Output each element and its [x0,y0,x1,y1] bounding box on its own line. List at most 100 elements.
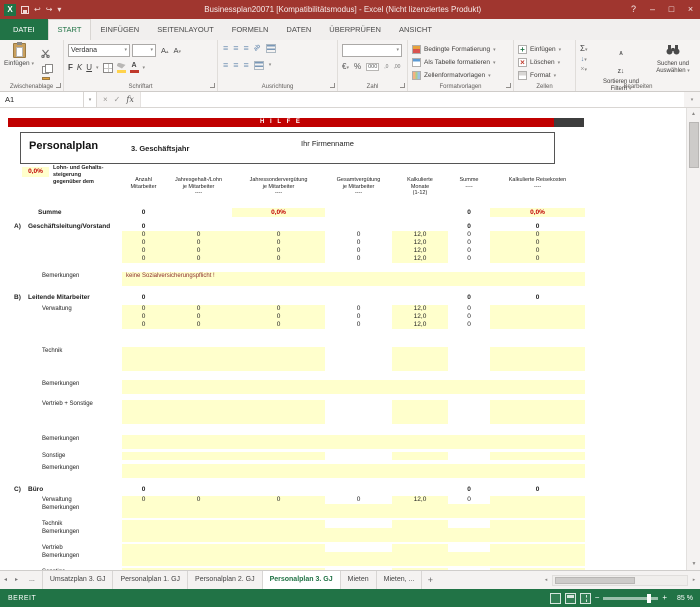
cell[interactable]: 0 [448,313,490,321]
cell[interactable] [232,347,325,355]
row-label[interactable]: Bemerkungen [20,464,122,472]
cell[interactable]: 0,0% [232,208,325,217]
cell[interactable]: 0 [232,231,325,239]
column-header-1[interactable]: Jahresgehalt-/Lohnje Mitarbeiter---- [165,177,232,197]
cell[interactable] [325,363,392,371]
align-middle-icon[interactable]: ≡ [233,43,238,53]
cell[interactable] [392,520,448,528]
cell[interactable]: 0 [490,485,585,494]
cell[interactable]: 12,0 [392,239,448,247]
row-label[interactable]: Technik [20,520,122,528]
delete-cells-button[interactable]: ×Löschen▾ [518,58,560,67]
cell[interactable] [232,355,325,363]
row-label[interactable]: Sonstige [20,452,122,460]
cell[interactable] [448,363,490,371]
cell[interactable] [232,416,325,424]
cell-styles-button[interactable]: Zellenformatvorlagen▾ [412,71,491,80]
column-header-3[interactable]: Gesamtvergütungje Mitarbeiter---- [325,177,392,197]
grow-font-icon[interactable]: A▴ [161,46,169,55]
column-header-5[interactable]: Summe---- [448,177,490,197]
cell[interactable] [448,400,490,408]
save-icon[interactable] [21,6,29,14]
cell[interactable]: 0 [122,208,165,217]
cell[interactable]: 0 [122,222,165,231]
format-as-table-button[interactable]: Als Tabelle formatieren▾ [412,58,496,67]
remark-cell[interactable] [122,380,585,388]
cell[interactable]: 0 [165,255,232,263]
dialog-launcher-icon[interactable] [56,83,61,88]
sheet-tab-personalplan-3-gj[interactable]: Personalplan 3. GJ [263,571,341,589]
copy-icon[interactable] [42,66,49,74]
cell[interactable]: 0 [448,247,490,255]
row-label[interactable] [20,560,122,566]
cell[interactable] [232,400,325,408]
close-button[interactable]: × [681,0,700,19]
name-box[interactable]: A1 [0,92,84,107]
cell[interactable] [392,400,448,408]
find-select-button[interactable]: Suchen und Auswählen ▾ [648,42,698,74]
cell[interactable] [325,293,392,302]
cell[interactable] [490,313,585,321]
cell[interactable] [232,520,325,528]
insert-function-icon[interactable]: fx [126,95,133,104]
column-header-4[interactable]: KalkulierteMonate(1-12) [392,177,448,197]
cell[interactable] [490,347,585,355]
scroll-right-icon[interactable]: ▸ [688,577,700,583]
vertical-scroll-thumb[interactable] [689,122,699,168]
cell[interactable] [490,416,585,424]
row-label[interactable]: Vertrieb [20,544,122,552]
cell[interactable] [165,363,232,371]
zoom-in-icon[interactable]: + [662,593,667,603]
sheet-nav-right-icon[interactable]: ▸ [11,571,22,589]
cell[interactable]: 0 [122,231,165,239]
normal-view-icon[interactable] [550,593,561,604]
rate-input-cell[interactable]: 0,0% [22,167,49,177]
cell[interactable]: 0 [490,239,585,247]
cell[interactable] [392,347,448,355]
zoom-level[interactable]: 85 % [677,595,693,602]
zoom-slider-thumb[interactable] [647,594,651,603]
cell[interactable]: 12,0 [392,247,448,255]
cell[interactable]: 0 [122,239,165,247]
formula-bar-expand-icon[interactable]: ▾ [684,92,700,107]
fill-color-icon[interactable] [117,63,126,73]
column-header-0[interactable]: AnzahlMitarbeiter [122,177,165,197]
cell[interactable] [392,208,448,217]
cell[interactable]: 0 [490,247,585,255]
borders-icon[interactable] [103,63,113,73]
cell[interactable]: 12,0 [392,496,448,504]
enter-icon[interactable]: ✓ [114,95,121,104]
font-color-icon[interactable]: A [130,62,139,73]
cell[interactable] [232,363,325,371]
cell[interactable]: 0 [448,496,490,504]
paste-button[interactable]: Einfügen ▾ [3,43,35,67]
cell[interactable] [165,452,232,460]
cell[interactable] [490,408,585,416]
cell[interactable]: 0 [490,231,585,239]
input-band[interactable] [122,472,585,478]
cell[interactable]: 0 [490,222,585,231]
cell[interactable]: 0 [122,255,165,263]
fill-icon[interactable]: ↓▾ [581,56,587,63]
cell[interactable]: 0 [448,222,490,231]
cell[interactable] [122,520,165,528]
increase-decimal-icon[interactable]: ,0 [384,64,388,70]
cell[interactable] [392,544,448,552]
cell[interactable]: 0 [122,313,165,321]
accounting-format-icon[interactable]: €▾ [342,62,349,71]
cell[interactable] [490,544,585,552]
percent-icon[interactable]: % [354,62,361,71]
align-bottom-icon[interactable]: ≡ [244,43,249,53]
cell[interactable] [122,416,165,424]
cell[interactable]: 0 [232,305,325,313]
cell[interactable]: 0 [448,255,490,263]
cell[interactable]: 0 [232,255,325,263]
cell[interactable] [490,355,585,363]
cell[interactable] [232,222,325,231]
row-label[interactable]: Technik [20,347,122,355]
page-layout-view-icon[interactable] [565,593,576,604]
row-label[interactable]: Vertrieb + Sonstige [20,400,122,408]
cell[interactable]: 0 [325,255,392,263]
cell[interactable]: 0 [232,496,325,504]
cell[interactable]: 0 [448,231,490,239]
